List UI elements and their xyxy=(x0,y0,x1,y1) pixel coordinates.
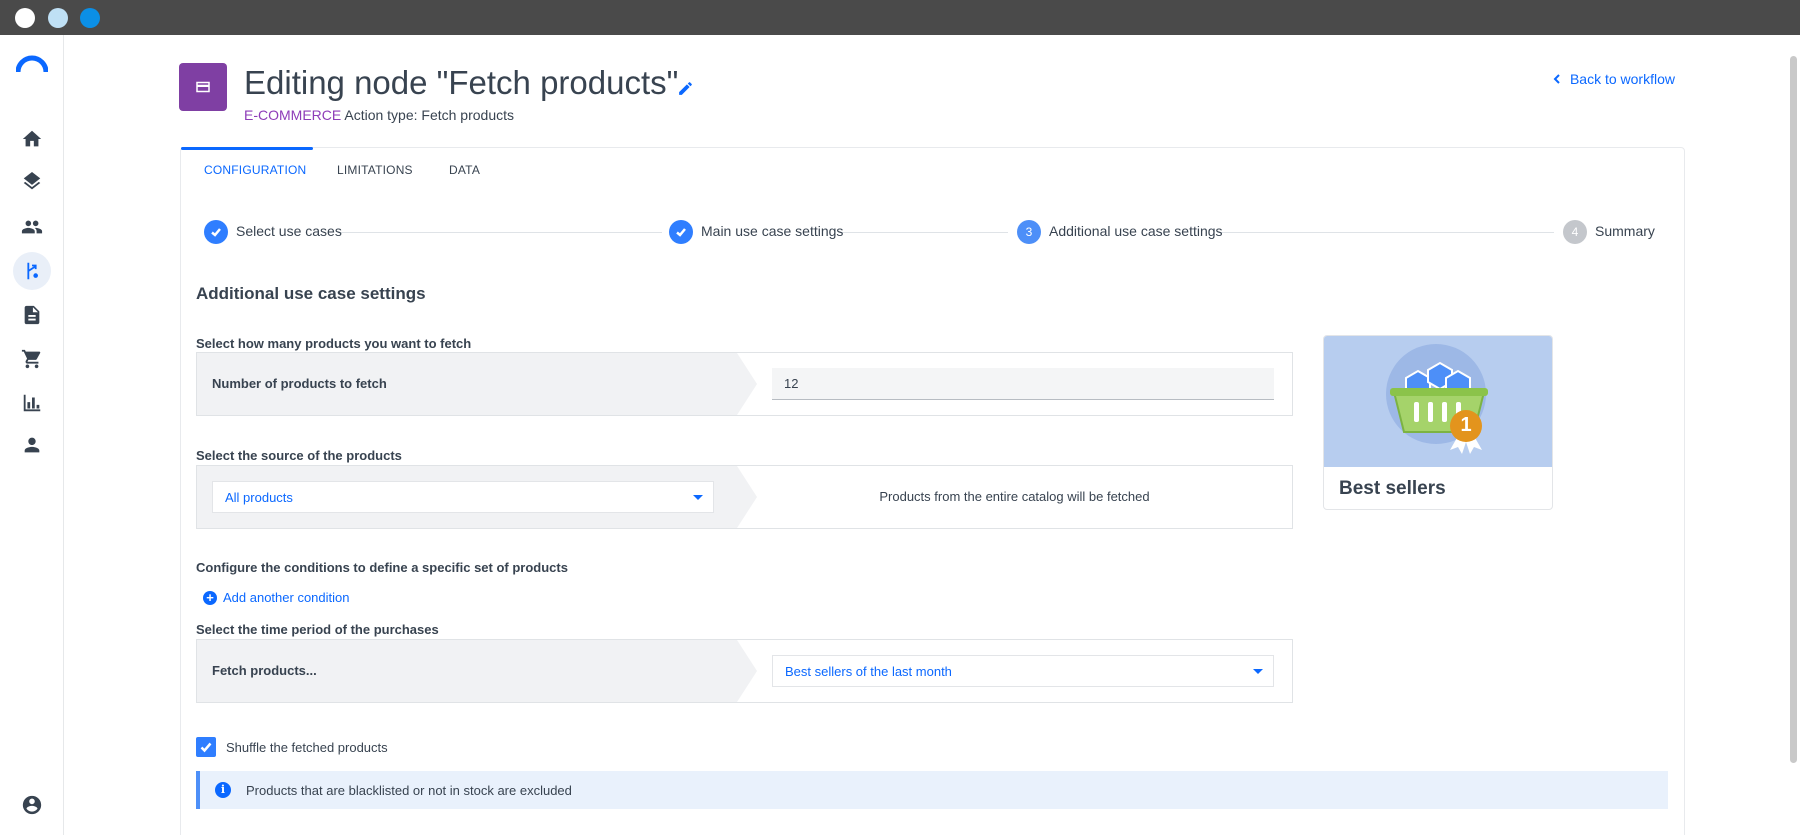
conditions-field-label: Configure the conditions to define a spe… xyxy=(196,560,568,575)
tab-data[interactable]: DATA xyxy=(449,163,480,177)
chevron-down-icon xyxy=(693,495,703,500)
tab-configuration[interactable]: CONFIGURATION xyxy=(204,163,306,177)
best-sellers-illustration: 1 xyxy=(1324,336,1552,467)
period-row-label-panel: Fetch products... xyxy=(197,640,737,702)
account-icon[interactable] xyxy=(13,786,51,824)
chevron-left-icon xyxy=(1553,74,1560,84)
use-case-title: Best sellers xyxy=(1339,478,1446,499)
back-to-workflow-link[interactable]: Back to workflow xyxy=(1552,71,1675,87)
period-row-label: Fetch products... xyxy=(212,663,317,678)
stepper-connector xyxy=(1217,232,1554,233)
period-row: Fetch products... Best sellers of the la… xyxy=(196,639,1293,703)
node-type-icon xyxy=(179,63,227,111)
stepper-connector xyxy=(338,232,662,233)
info-text: Products that are blacklisted or not in … xyxy=(246,783,572,798)
step-2-check-icon[interactable] xyxy=(669,220,693,244)
period-field-label: Select the time period of the purchases xyxy=(196,622,439,637)
info-icon: i xyxy=(215,782,231,798)
workflow-icon[interactable] xyxy=(13,252,51,290)
document-icon[interactable] xyxy=(13,296,51,334)
step-4-number[interactable]: 4 xyxy=(1563,220,1587,244)
window-close-dot[interactable] xyxy=(15,8,35,28)
section-title: Additional use case settings xyxy=(196,284,426,303)
add-condition-button[interactable]: + Add another condition xyxy=(203,590,349,605)
rank-badge: 1 xyxy=(1460,414,1472,436)
use-case-card[interactable]: 1 Best sellers xyxy=(1323,335,1553,510)
source-select-value: All products xyxy=(225,490,293,505)
shuffle-row: Shuffle the fetched products xyxy=(196,737,388,757)
quantity-row-label: Number of products to fetch xyxy=(212,376,387,391)
step-3-number[interactable]: 3 xyxy=(1017,220,1041,244)
period-select[interactable]: Best sellers of the last month xyxy=(772,655,1274,687)
info-message: i Products that are blacklisted or not i… xyxy=(196,771,1668,809)
step-3-label[interactable]: Additional use case settings xyxy=(1049,223,1223,239)
shuffle-checkbox[interactable] xyxy=(196,737,216,757)
sidebar xyxy=(0,35,64,835)
quantity-row: Number of products to fetch 12 xyxy=(196,352,1293,416)
source-select[interactable]: All products xyxy=(212,481,714,513)
edit-pencil-icon[interactable] xyxy=(677,80,694,97)
source-row: All products Products from the entire ca… xyxy=(196,465,1293,529)
row-arrow xyxy=(737,640,757,702)
window-minimize-dot[interactable] xyxy=(48,8,68,28)
source-description: Products from the entire catalog will be… xyxy=(879,489,1150,504)
window-maximize-dot[interactable] xyxy=(80,8,100,28)
layers-icon[interactable] xyxy=(13,164,51,202)
checkmark-icon xyxy=(200,742,212,753)
step-4-label[interactable]: Summary xyxy=(1595,223,1655,239)
person-icon[interactable] xyxy=(13,426,51,464)
chart-icon[interactable] xyxy=(13,384,51,422)
source-row-select-panel: All products xyxy=(197,466,737,528)
add-condition-label: Add another condition xyxy=(223,590,350,605)
window-titlebar xyxy=(0,0,1800,35)
quantity-field-label: Select how many products you want to fet… xyxy=(196,336,472,351)
tabs-bar: CONFIGURATION LIMITATIONS DATA xyxy=(181,147,1684,192)
step-1-check-icon[interactable] xyxy=(204,220,228,244)
node-subtitle: E-COMMERCE Action type: Fetch products xyxy=(244,107,514,123)
step-2-label[interactable]: Main use case settings xyxy=(701,223,843,239)
home-icon[interactable] xyxy=(13,120,51,158)
people-icon[interactable] xyxy=(13,208,51,246)
page-title: Editing node "Fetch products" xyxy=(244,64,679,101)
active-tab-indicator xyxy=(181,147,313,150)
source-field-label: Select the source of the products xyxy=(196,448,402,463)
period-select-value: Best sellers of the last month xyxy=(785,664,952,679)
app-logo-icon[interactable] xyxy=(16,54,48,74)
step-1-label[interactable]: Select use cases xyxy=(236,223,342,239)
shuffle-label[interactable]: Shuffle the fetched products xyxy=(226,740,388,755)
page-scrollbar[interactable] xyxy=(1790,56,1797,763)
category-label: E-COMMERCE xyxy=(244,107,342,123)
tab-limitations[interactable]: LIMITATIONS xyxy=(337,163,413,177)
quantity-input[interactable]: 12 xyxy=(772,368,1274,400)
quantity-row-label-panel: Number of products to fetch xyxy=(197,353,737,415)
back-link-label: Back to workflow xyxy=(1569,71,1675,87)
action-type-label: Action type: Fetch products xyxy=(344,107,514,123)
chevron-down-icon xyxy=(1253,669,1263,674)
stepper-connector xyxy=(838,232,1008,233)
cart-icon[interactable] xyxy=(13,340,51,378)
plus-circle-icon: + xyxy=(203,590,217,605)
row-arrow xyxy=(737,353,757,415)
